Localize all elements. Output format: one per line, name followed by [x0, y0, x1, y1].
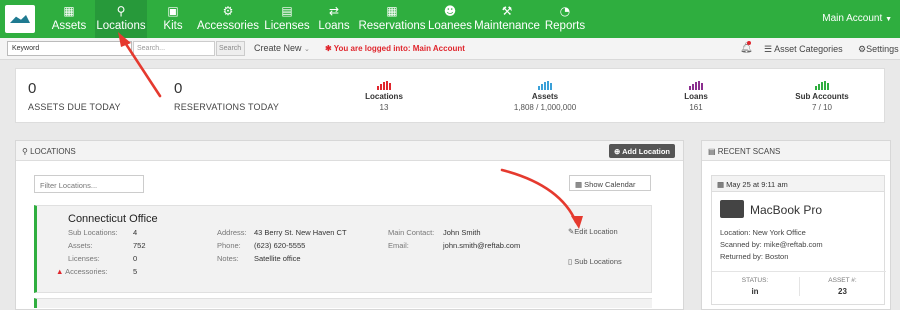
asset-categories-label: Asset Categories	[774, 44, 843, 54]
scan-entry[interactable]: ▦ May 25 at 9:11 am MacBook Pro Location…	[711, 175, 886, 306]
bar-chart-icon	[762, 81, 882, 90]
scan-scanned-by: Scanned by: mike@reftab.com	[720, 240, 823, 249]
scan-returned-by: Returned by: Boston	[720, 252, 789, 261]
nav-reports[interactable]: ◔ Reports	[545, 0, 585, 38]
gear-icon: ⚙	[858, 44, 867, 54]
people-icon: ☻	[443, 4, 457, 18]
locations-panel-header: ⚲ LOCATIONS ⊕ Add Location	[16, 141, 683, 161]
stats-bar: 0 ASSETS DUE TODAY 0 RESERVATIONS TODAY …	[15, 68, 885, 123]
location-card[interactable]	[34, 298, 652, 308]
logo-mark-icon	[10, 15, 30, 23]
scan-footer: STATUS: in ASSET #: 23	[712, 271, 886, 306]
create-new-dropdown[interactable]: Create New ⌄	[254, 43, 310, 53]
document-icon: ▤	[708, 147, 718, 156]
bar-chart-icon	[324, 81, 444, 90]
edit-location-link[interactable]: ✎Edit Location	[568, 227, 618, 236]
location-counts: Sub Locations: 4 Assets: 752 Licenses: 0 ▲ …	[56, 226, 150, 278]
location-name: Connecticut Office	[68, 213, 158, 225]
accessories-icon: ⚙	[222, 4, 234, 18]
scan-asset-name: MacBook Pro	[750, 203, 823, 217]
count-row: ▲ Accessories: 5	[56, 267, 138, 276]
search-button[interactable]: Search	[216, 41, 245, 56]
nav-assets[interactable]: ▦ Assets	[48, 0, 90, 38]
account-menu[interactable]: Main Account ▼	[822, 13, 892, 24]
calendar-icon: ▦	[717, 180, 727, 189]
stat-sub-accounts[interactable]: Sub Accounts 7 / 10	[762, 81, 882, 112]
reservations-count: 0	[174, 80, 183, 97]
bell-icon[interactable]: 🔔︎	[740, 43, 753, 54]
bar-chart-icon	[636, 81, 756, 90]
warning-icon: ▲	[56, 267, 66, 276]
briefcase-icon: ▣	[167, 4, 179, 18]
settings-label: Settings	[866, 44, 899, 54]
grid-icon: ▦	[63, 4, 75, 18]
create-new-label: Create New	[254, 43, 302, 53]
sub-locations-link[interactable]: ▯ Sub Locations	[568, 257, 622, 266]
chevron-down-icon: ▼	[885, 16, 892, 23]
settings-link[interactable]: ⚙Settings	[858, 44, 899, 55]
bar-chart-icon	[485, 81, 605, 90]
nav-reservations[interactable]: ▦ Reservations	[358, 0, 425, 38]
filter-locations-input[interactable]: Filter Locations...	[34, 175, 144, 193]
nav-loanees[interactable]: ☻ Loanees	[428, 0, 472, 38]
recent-scans-title: RECENT SCANS	[717, 147, 781, 156]
recent-scans-header: ▤ RECENT SCANS	[702, 141, 890, 161]
search-input[interactable]: Search...	[133, 41, 215, 56]
logged-in-notice: ✱ You are logged into: Main Account	[325, 44, 465, 53]
locations-panel-title: LOCATIONS	[30, 147, 76, 156]
nav-kits[interactable]: ▣ Kits	[158, 0, 188, 38]
location-contact: Main Contact: John Smith Email: john.smith…	[388, 228, 521, 250]
scan-location: Location: New York Office	[720, 228, 806, 237]
nav-locations[interactable]: ⚲ Locations	[95, 0, 147, 38]
count-row: Assets: 752	[68, 241, 146, 250]
license-icon: ▤	[281, 4, 293, 18]
asset-thumbnail	[720, 200, 744, 218]
asset-categories-link[interactable]: ☰ Asset Categories	[764, 44, 843, 55]
nav-accessories[interactable]: ⚙ Accessories	[197, 0, 259, 38]
chevron-down-icon: ⌄	[304, 46, 310, 53]
assets-due-label: ASSETS DUE TODAY	[28, 102, 121, 112]
map-pin-icon: ⚲	[116, 4, 126, 18]
scan-asset-number: ASSET #: 23	[799, 277, 885, 296]
stat-loans[interactable]: Loans 161	[636, 81, 756, 112]
calendar-icon: ▦	[575, 180, 585, 189]
notification-dot	[747, 41, 751, 45]
keyword-select[interactable]: Keyword	[7, 41, 132, 56]
top-navigation: ▦ Assets ⚲ Locations ▣ Kits ⚙ Accessorie…	[0, 0, 900, 38]
list-icon: ☰	[764, 44, 775, 54]
nav-maintenance[interactable]: ⚒ Maintenance	[474, 0, 540, 38]
stat-assets[interactable]: Assets 1,808 / 1,000,000	[485, 81, 605, 112]
stat-locations[interactable]: Locations 13	[324, 81, 444, 112]
scan-status: STATUS: in	[741, 277, 769, 296]
location-info: Address: 43 Berry St. New Haven CT Phone:…	[217, 228, 347, 263]
recent-scans-panel: ▤ RECENT SCANS ▦ May 25 at 9:11 am MacBo…	[701, 140, 891, 310]
reservations-label: RESERVATIONS TODAY	[174, 102, 280, 112]
count-row: Licenses: 0	[68, 254, 138, 263]
add-location-button[interactable]: ⊕ Add Location	[608, 144, 675, 158]
pie-chart-icon: ◔	[559, 4, 571, 18]
toolbar: Keyword Search... Search Create New ⌄ ✱ …	[0, 38, 900, 60]
map-pin-icon: ⚲	[22, 147, 31, 156]
location-card[interactable]: Connecticut Office Sub Locations: 4 Asset…	[34, 205, 652, 293]
count-row: Sub Locations: 4	[68, 228, 138, 237]
show-calendar-button[interactable]: ▦ Show Calendar	[569, 175, 651, 191]
loans-icon: ⇄	[328, 4, 340, 18]
account-name: Main Account	[822, 13, 883, 24]
locations-panel: ⚲ LOCATIONS ⊕ Add Location Filter Locati…	[15, 140, 684, 310]
scan-date: ▦ May 25 at 9:11 am	[712, 176, 884, 192]
assets-due-count: 0	[28, 80, 37, 97]
reftab-logo[interactable]	[5, 5, 35, 33]
nav-loans[interactable]: ⇄ Loans	[316, 0, 352, 38]
wrench-icon: ⚒	[501, 4, 513, 18]
calendar-icon: ▦	[386, 4, 398, 18]
nav-licenses[interactable]: ▤ Licenses	[263, 0, 311, 38]
plus-circle-icon: ⊕	[613, 147, 623, 156]
